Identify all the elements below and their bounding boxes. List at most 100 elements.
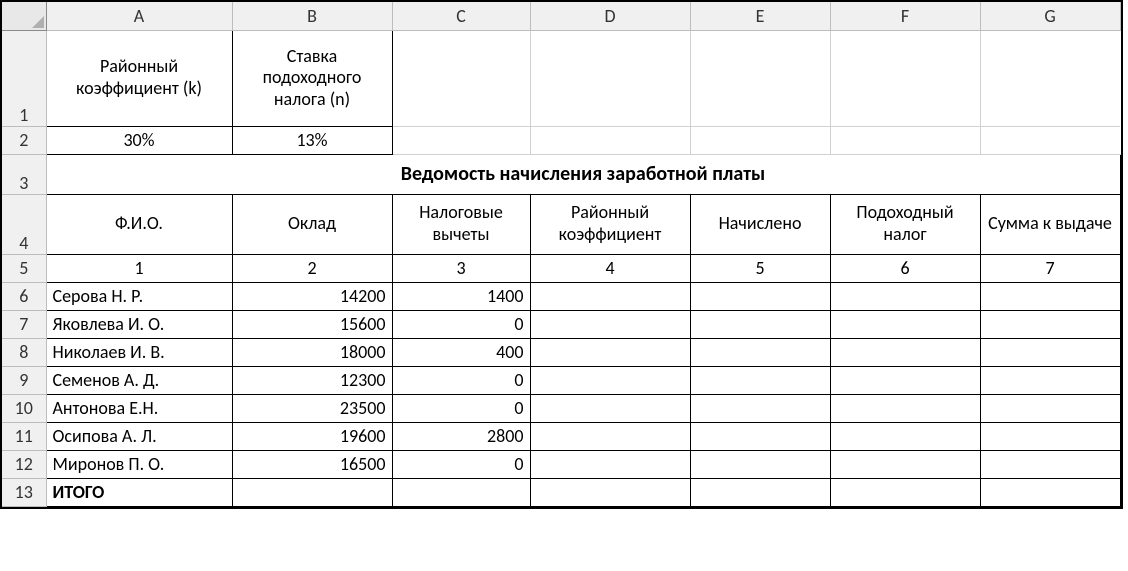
- cell-fio[interactable]: Осипова А. Л.: [46, 422, 232, 450]
- colnum-4[interactable]: 4: [530, 254, 690, 282]
- row-header-6[interactable]: 6: [2, 282, 46, 310]
- row-header-5[interactable]: 5: [2, 254, 46, 282]
- grid[interactable]: A B C D E F G 1 Районный коэффициент (k)…: [2, 2, 1121, 507]
- row-header-7[interactable]: 7: [2, 310, 46, 338]
- cell-F2[interactable]: [830, 126, 980, 154]
- col-header-E[interactable]: E: [690, 2, 830, 30]
- cell-D2[interactable]: [530, 126, 690, 154]
- cell-oklad[interactable]: 15600: [232, 310, 392, 338]
- cell-rk[interactable]: [530, 394, 690, 422]
- cell-sum[interactable]: [980, 450, 1120, 478]
- cell-rk[interactable]: [530, 366, 690, 394]
- cell-vych[interactable]: 2800: [392, 422, 530, 450]
- cell-E1[interactable]: [690, 30, 830, 126]
- cell-A2[interactable]: 30%: [46, 126, 232, 154]
- col-header-F[interactable]: F: [830, 2, 980, 30]
- cell-C1[interactable]: [392, 30, 530, 126]
- cell-nach[interactable]: [690, 338, 830, 366]
- total-vych[interactable]: [392, 478, 530, 506]
- colnum-3[interactable]: 3: [392, 254, 530, 282]
- cell-rk[interactable]: [530, 282, 690, 310]
- cell-nach[interactable]: [690, 282, 830, 310]
- cell-fio[interactable]: Антонова Е.Н.: [46, 394, 232, 422]
- cell-sum[interactable]: [980, 366, 1120, 394]
- row-header-11[interactable]: 11: [2, 422, 46, 450]
- header-podnalog[interactable]: Подоходный налог: [830, 194, 980, 254]
- cell-D1[interactable]: [530, 30, 690, 126]
- row-header-9[interactable]: 9: [2, 366, 46, 394]
- cell-B1[interactable]: Ставка подоходного налога (n): [232, 30, 392, 126]
- col-header-B[interactable]: B: [232, 2, 392, 30]
- cell-G2[interactable]: [980, 126, 1120, 154]
- cell-pn[interactable]: [830, 394, 980, 422]
- row-header-10[interactable]: 10: [2, 394, 46, 422]
- header-nachisleno[interactable]: Начислено: [690, 194, 830, 254]
- cell-sum[interactable]: [980, 394, 1120, 422]
- header-rk[interactable]: Районный коэффициент: [530, 194, 690, 254]
- row-header-4[interactable]: 4: [2, 194, 46, 254]
- col-header-A[interactable]: A: [46, 2, 232, 30]
- cell-vych[interactable]: 400: [392, 338, 530, 366]
- cell-fio[interactable]: Серова Н. Р.: [46, 282, 232, 310]
- header-oklad[interactable]: Оклад: [232, 194, 392, 254]
- cell-C2[interactable]: [392, 126, 530, 154]
- select-all-corner[interactable]: [2, 2, 46, 30]
- total-oklad[interactable]: [232, 478, 392, 506]
- row-header-2[interactable]: 2: [2, 126, 46, 154]
- row-header-8[interactable]: 8: [2, 338, 46, 366]
- colnum-1[interactable]: 1: [46, 254, 232, 282]
- col-header-G[interactable]: G: [980, 2, 1120, 30]
- cell-oklad[interactable]: 19600: [232, 422, 392, 450]
- cell-pn[interactable]: [830, 366, 980, 394]
- cell-pn[interactable]: [830, 450, 980, 478]
- cell-fio[interactable]: Семенов А. Д.: [46, 366, 232, 394]
- row-header-12[interactable]: 12: [2, 450, 46, 478]
- cell-nach[interactable]: [690, 422, 830, 450]
- cell-rk[interactable]: [530, 310, 690, 338]
- colnum-6[interactable]: 6: [830, 254, 980, 282]
- row-header-13[interactable]: 13: [2, 478, 46, 506]
- cell-nach[interactable]: [690, 450, 830, 478]
- row-header-3[interactable]: 3: [2, 154, 46, 194]
- cell-G1[interactable]: [980, 30, 1120, 126]
- cell-oklad[interactable]: 18000: [232, 338, 392, 366]
- total-rk[interactable]: [530, 478, 690, 506]
- cell-B2[interactable]: 13%: [232, 126, 392, 154]
- total-label[interactable]: ИТОГО: [46, 478, 232, 506]
- cell-fio[interactable]: Яковлева И. О.: [46, 310, 232, 338]
- colnum-7[interactable]: 7: [980, 254, 1120, 282]
- cell-pn[interactable]: [830, 338, 980, 366]
- cell-vych[interactable]: 0: [392, 310, 530, 338]
- header-vychety[interactable]: Налоговые вычеты: [392, 194, 530, 254]
- colnum-2[interactable]: 2: [232, 254, 392, 282]
- cell-nach[interactable]: [690, 366, 830, 394]
- col-header-D[interactable]: D: [530, 2, 690, 30]
- cell-oklad[interactable]: 16500: [232, 450, 392, 478]
- cell-sum[interactable]: [980, 422, 1120, 450]
- cell-vych[interactable]: 0: [392, 450, 530, 478]
- cell-pn[interactable]: [830, 310, 980, 338]
- colnum-5[interactable]: 5: [690, 254, 830, 282]
- cell-rk[interactable]: [530, 422, 690, 450]
- total-nach[interactable]: [690, 478, 830, 506]
- cell-sum[interactable]: [980, 310, 1120, 338]
- cell-nach[interactable]: [690, 310, 830, 338]
- row-header-1[interactable]: 1: [2, 30, 46, 126]
- cell-sum[interactable]: [980, 282, 1120, 310]
- cell-E2[interactable]: [690, 126, 830, 154]
- total-sum[interactable]: [980, 478, 1120, 506]
- cell-rk[interactable]: [530, 450, 690, 478]
- cell-pn[interactable]: [830, 282, 980, 310]
- cell-vych[interactable]: 1400: [392, 282, 530, 310]
- cell-F1[interactable]: [830, 30, 980, 126]
- cell-sum[interactable]: [980, 338, 1120, 366]
- cell-oklad[interactable]: 12300: [232, 366, 392, 394]
- cell-nach[interactable]: [690, 394, 830, 422]
- col-header-C[interactable]: C: [392, 2, 530, 30]
- cell-vych[interactable]: 0: [392, 394, 530, 422]
- cell-oklad[interactable]: 23500: [232, 394, 392, 422]
- header-fio[interactable]: Ф.И.О.: [46, 194, 232, 254]
- cell-pn[interactable]: [830, 422, 980, 450]
- header-summa[interactable]: Сумма к выдаче: [980, 194, 1120, 254]
- cell-vych[interactable]: 0: [392, 366, 530, 394]
